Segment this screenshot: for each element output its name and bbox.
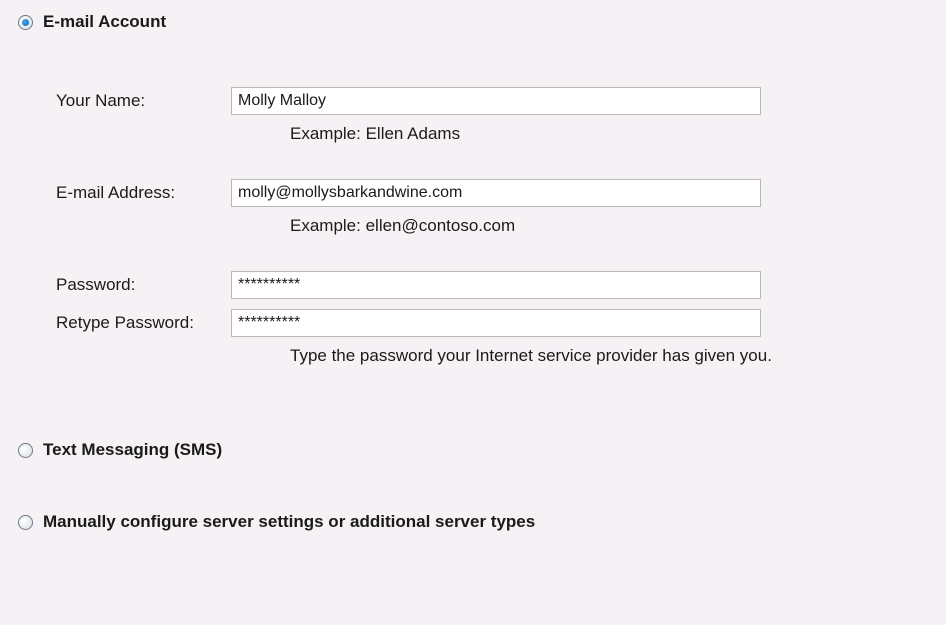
email-address-example: Example: ellen@contoso.com — [290, 208, 928, 236]
radio-sms[interactable] — [18, 443, 33, 458]
radio-dot-selected — [22, 19, 29, 26]
label-password: Password: — [56, 275, 231, 295]
password-input[interactable] — [231, 271, 761, 299]
label-retype-password: Retype Password: — [56, 313, 231, 333]
radio-email-account[interactable] — [18, 15, 33, 30]
your-name-input[interactable] — [231, 87, 761, 115]
radio-manual[interactable] — [18, 515, 33, 530]
password-hint: Type the password your Internet service … — [290, 338, 928, 366]
label-your-name: Your Name: — [56, 91, 231, 111]
option-email-account[interactable]: E-mail Account — [18, 12, 928, 32]
option-email-label: E-mail Account — [43, 12, 166, 32]
option-sms-label: Text Messaging (SMS) — [43, 440, 222, 460]
email-account-form: Your Name: Example: Ellen Adams E-mail A… — [18, 40, 928, 378]
email-address-input[interactable] — [231, 179, 761, 207]
option-manual[interactable]: Manually configure server settings or ad… — [18, 512, 928, 532]
retype-password-input[interactable] — [231, 309, 761, 337]
your-name-example: Example: Ellen Adams — [290, 116, 928, 144]
option-manual-label: Manually configure server settings or ad… — [43, 512, 535, 532]
label-email-address: E-mail Address: — [56, 183, 231, 203]
option-sms[interactable]: Text Messaging (SMS) — [18, 440, 928, 460]
